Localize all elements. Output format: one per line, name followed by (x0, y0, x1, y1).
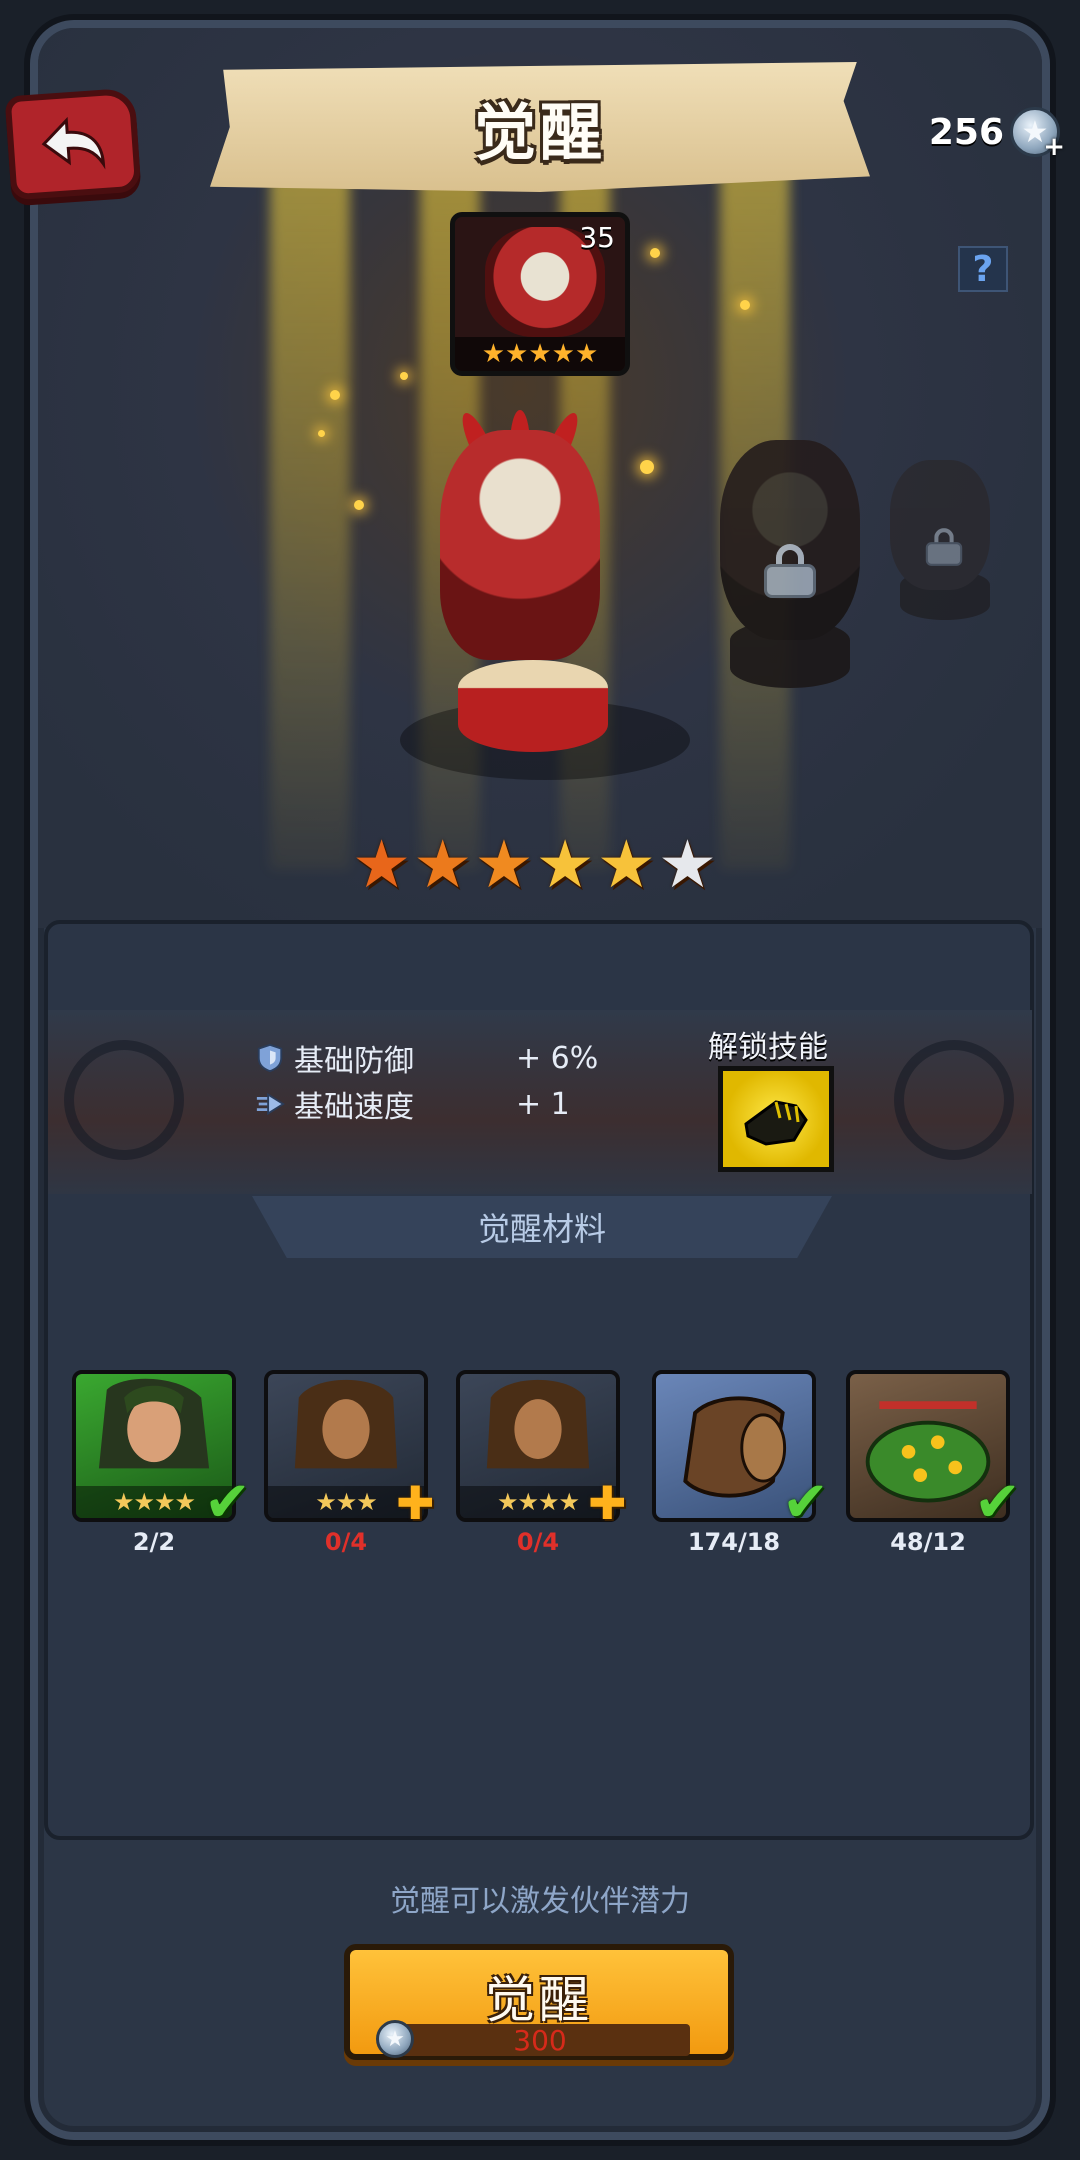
awaken-hint: 觉醒可以激发伙伴潜力 (390, 1884, 690, 1919)
lock-icon (764, 544, 816, 598)
spark-particle (318, 430, 325, 437)
shield-icon (254, 1042, 286, 1074)
stat-label: 基础速度 (294, 1090, 414, 1125)
stat-value: + 1 (516, 1086, 570, 1122)
currency-display[interactable]: 256 ★ + (870, 92, 1065, 172)
currency-value: 256 (928, 111, 1004, 153)
materials-title: 觉醒材料 (477, 1210, 606, 1248)
spark-particle (740, 300, 750, 310)
awaken-button[interactable]: 觉醒 ★ 300 (344, 1944, 734, 2060)
hero-portrait: 35 ★★★★★ (450, 212, 630, 376)
unlock-skill-label: 解锁技能 (708, 1030, 828, 1065)
add-icon[interactable]: ✚ (588, 1476, 627, 1530)
check-icon: ✔ (782, 1470, 829, 1535)
material-count: 174/18 (687, 1528, 781, 1556)
swirl-decoration (64, 1040, 184, 1160)
awaken-cost: ★ 300 (376, 2020, 690, 2058)
light-beam (270, 150, 350, 870)
plus-icon: + (1043, 132, 1065, 162)
stat-row-defense: 基础防御 + 6% (254, 1038, 598, 1079)
star-empty-icon: ★ (657, 826, 718, 903)
hero-body (440, 430, 600, 660)
locked-hero-silhouette (890, 460, 990, 590)
title-banner: 觉醒 (210, 62, 870, 192)
hero-figure-locked[interactable] (690, 420, 890, 690)
star-gem-icon: ★ (376, 2020, 414, 2058)
check-icon: ✔ (974, 1470, 1021, 1535)
back-arrow-icon (36, 110, 110, 179)
awaken-cost-value: 300 (513, 2023, 567, 2057)
locked-hero-silhouette (720, 440, 860, 640)
bearded-hero-portrait-image (486, 1379, 590, 1469)
material-count: 0/4 (516, 1528, 560, 1556)
star-filled-icon: ★ (596, 826, 656, 903)
page-title: 觉醒 (473, 96, 606, 169)
speed-icon (254, 1088, 286, 1120)
spark-particle (354, 500, 364, 510)
portrait-stars: ★★★★★ (455, 337, 625, 371)
material-count: 2/2 (132, 1528, 176, 1556)
spark-particle (650, 248, 660, 258)
materials-header: 觉醒材料 (252, 1196, 832, 1258)
lock-icon (925, 528, 963, 566)
stat-label: 基础防御 (294, 1044, 414, 1079)
back-button[interactable] (4, 87, 142, 201)
awaken-star-row: ★ ★ ★ ★ ★ ★ (352, 830, 732, 900)
star-filled-icon: ★ (474, 826, 534, 903)
hero-level: 35 (579, 221, 615, 254)
swirl-decoration (894, 1040, 1014, 1160)
help-button[interactable]: ? (958, 246, 1008, 292)
star-gem-icon: ★ + (1010, 107, 1065, 162)
spark-particle (330, 390, 340, 400)
bearded-hero-portrait-image (294, 1379, 398, 1469)
hero-figure-current[interactable] (400, 409, 640, 710)
check-icon: ✔ (204, 1470, 251, 1535)
material-count: 0/4 (324, 1528, 368, 1556)
star-filled-icon: ★ (352, 826, 412, 903)
star-filled-icon: ★ (413, 826, 473, 903)
add-icon[interactable]: ✚ (396, 1476, 435, 1530)
fist-icon[interactable] (718, 1066, 834, 1172)
stat-row-speed: 基础速度 + 1 (254, 1084, 570, 1125)
spark-particle (640, 460, 654, 474)
star-filled-icon: ★ (535, 826, 595, 903)
material-count: 48/12 (890, 1528, 966, 1556)
spark-particle (400, 372, 408, 380)
awaken-button-label: 觉醒 (485, 1971, 593, 2029)
hero-figure-locked[interactable] (870, 450, 1010, 630)
stat-value: + 6% (516, 1040, 599, 1076)
